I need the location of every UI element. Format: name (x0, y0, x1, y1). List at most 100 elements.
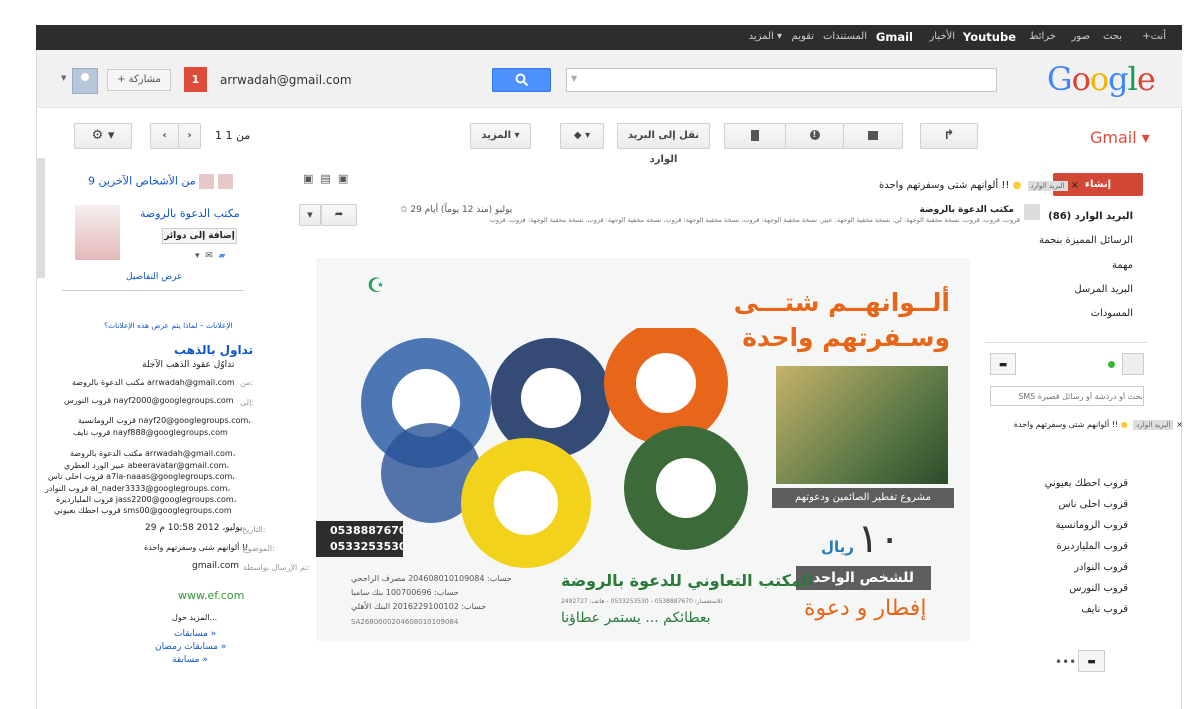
bar-item-docs[interactable]: المستندات (823, 31, 867, 42)
delete-button[interactable] (724, 123, 786, 149)
google-logo[interactable]: Google (1047, 60, 1156, 98)
mail-icon[interactable]: ✉ (205, 251, 213, 261)
to-item[interactable]: مكتب الدعوة بالروضة arrwadah@gmail.com، (70, 449, 235, 458)
sender-name[interactable]: مكتب الدعوة بالروضة (919, 205, 1014, 215)
site-link[interactable]: www.ef.com (178, 589, 244, 602)
chevron-down-icon[interactable]: ▾ (195, 251, 200, 261)
chat-avatar[interactable] (1122, 353, 1144, 375)
nav-drafts[interactable]: المسودات (1091, 308, 1133, 319)
search-input[interactable]: ▼ (566, 68, 997, 92)
bar-item-images[interactable]: صور (1072, 31, 1091, 42)
inbox-label[interactable]: البريد الوارد (1027, 181, 1068, 191)
move-to-inbox-button[interactable]: نقل إلى البريد الوارد (617, 123, 710, 165)
date-label: التاريخ: (242, 525, 266, 534)
search-button[interactable] (492, 68, 551, 92)
poster-title-1: ألــوانهــم شتـــى (733, 288, 950, 317)
archive-button[interactable] (843, 123, 903, 149)
recipients-line[interactable]: قروب، قروب، قروب، نسخة مخفية الوجهة: لي،… (470, 216, 1020, 224)
expand-icon[interactable]: ▣ (338, 172, 348, 185)
reply-icon: ➦ (334, 209, 344, 220)
chat-compose-button[interactable]: ▬ (990, 353, 1016, 375)
reply-button[interactable]: ➦ (321, 204, 357, 226)
bar-item-youtube[interactable]: Youtube (963, 30, 1016, 44)
notification-badge[interactable]: 1 (184, 67, 207, 92)
print-icon[interactable]: ▤ (320, 172, 330, 185)
more-button[interactable]: المزيد ▾ (470, 123, 531, 149)
group-item[interactable]: قروب المليارديرة (1056, 541, 1128, 552)
new-window-icon[interactable]: ▣ (303, 172, 313, 185)
message-poster-image: ☪ ألــوانهــم شتـــى وسـفرتهم واحدة مشرو… (316, 258, 970, 641)
account-line: حساب: 204608010109084 مصرف الراجحي (351, 574, 512, 583)
avatar-dropdown-icon[interactable]: ▼ (61, 74, 66, 82)
pager-text: 1 من 1 (215, 129, 251, 142)
group-item[interactable]: قروب النورس (1069, 583, 1128, 594)
bar-item-calendar[interactable]: تقويم (792, 31, 814, 42)
to-item[interactable]: قروب المليارديرة jass2200@googlegroups.c… (56, 495, 236, 504)
bar-item-news[interactable]: الأخبار (929, 31, 955, 42)
view-details-link[interactable]: عرض التفاصيل (126, 272, 183, 282)
next-button[interactable]: › (178, 123, 201, 149)
to-item[interactable]: قروب الرومانسية nayf20@googlegroups.com، (78, 416, 251, 425)
search-dropdown-icon[interactable]: ▼ (571, 74, 577, 83)
status-dot-icon[interactable] (1108, 361, 1115, 368)
to-item[interactable]: قروب النورس nayf2000@googlegroups.com (64, 396, 234, 405)
more-link[interactable]: مسابقة » (172, 655, 208, 665)
chevron-down-icon: ▼ (307, 211, 313, 219)
to-item[interactable]: قروب نايف nayf888@googlegroups.com (73, 428, 228, 437)
contact-name[interactable]: مكتب الدعوة بالروضة (140, 207, 240, 220)
sender-avatar[interactable] (1024, 204, 1040, 220)
chat-toggle-button[interactable]: ▬ (1078, 650, 1105, 672)
more-options-icon[interactable]: ••• (1055, 655, 1076, 669)
group-item[interactable]: قروب الرومانسية (1056, 520, 1128, 531)
forward-button[interactable]: ↱ (920, 123, 978, 149)
spam-button[interactable]: ! (785, 123, 844, 149)
account-email[interactable]: arrwadah@gmail.com (220, 73, 352, 87)
ad-title[interactable]: تداول بالذهب (174, 343, 253, 357)
bar-item-gmail[interactable]: Gmail (876, 30, 913, 44)
nav-sent[interactable]: البريد المرسل (1074, 284, 1133, 295)
chevron-right-icon: › (187, 130, 192, 141)
office-logo: ☪ (367, 273, 385, 297)
account-avatar[interactable] (72, 68, 98, 94)
group-item[interactable]: قروب النوادر (1074, 562, 1128, 573)
group-item[interactable]: قروب احلى ناس (1058, 499, 1128, 510)
star-icon[interactable]: ✩ (400, 205, 408, 215)
bar-item-search[interactable]: بحث (1103, 31, 1122, 42)
ads-why-link[interactable]: الإعلانات – لماذا يتم عرض هذه الإعلانات؟ (104, 321, 233, 330)
to-item[interactable]: قروب النوادر al_nader3333@googlegroups.c… (45, 484, 230, 493)
bar-item-more[interactable]: المزيد ▾ (749, 31, 782, 42)
nav-inbox[interactable]: البريد الوارد (86) (1048, 211, 1133, 222)
bar-item-plus[interactable]: +أنت (1142, 31, 1166, 42)
message-subject: ألوانهم شتى وسفرتهم واحدة !! ● البريد ال… (879, 180, 1079, 191)
chat-label-preview[interactable]: ألوانهم شتى وسفرتهم واحدة !! ● البريد ال… (1014, 420, 1183, 430)
reply-more-button[interactable]: ▼ (299, 204, 321, 226)
other-people-link[interactable]: 9 من الأشخاص الآخرين (88, 174, 233, 189)
to-item[interactable]: قروب احلى ناس a7la-naaas@googlegroups.co… (48, 472, 235, 481)
mailed-by-value: gmail.com (192, 561, 240, 571)
chat-icon[interactable]: ▰ (219, 251, 226, 261)
from-value[interactable]: مكتب الدعوة بالروضة arrwadah@gmail.com (72, 378, 235, 387)
bar-item-maps[interactable]: خرائط (1029, 31, 1056, 42)
chat-label-badge[interactable]: البريد الوارد (1133, 420, 1174, 430)
settings-button[interactable]: ⚙ ▾ (74, 123, 132, 149)
prev-button[interactable]: ‹ (150, 123, 179, 149)
group-item[interactable]: قروب نايف (1081, 604, 1128, 615)
to-item[interactable]: قروب احطك بعيوني sms00@googlegroups.com (54, 506, 232, 515)
share-button[interactable]: + مشاركة (107, 69, 171, 91)
slogan: بعطائكم ... يستمر عطاؤنا (561, 610, 711, 626)
to-item[interactable]: عبير الورد العطري abeeravatar@gmail.com، (64, 461, 229, 470)
nav-starred[interactable]: الرسائل المميزة بنجمة (1039, 235, 1133, 246)
add-circles-button[interactable]: إضافة إلى دوائر (162, 228, 237, 244)
phone-box: 0538887670 0533253530 (316, 521, 407, 557)
date-value: 29 يوليو، 2012 10:58 م (145, 523, 243, 533)
gmail-menu[interactable]: Gmail ▾ (1090, 128, 1150, 147)
more-link[interactable]: مسابقات » (174, 629, 216, 639)
chat-search-input[interactable] (990, 386, 1144, 406)
per-person-label: للشخص الواحد (796, 566, 931, 590)
scroll-track[interactable] (37, 158, 45, 278)
more-link[interactable]: مسابقات رمضان » (155, 642, 226, 652)
group-item[interactable]: قروب احطك بعيوني (1045, 478, 1128, 489)
labels-button[interactable]: ◆ ▾ (560, 123, 604, 149)
nav-important[interactable]: مهمة (1112, 260, 1133, 271)
gear-icon: ⚙ ▾ (91, 128, 115, 143)
